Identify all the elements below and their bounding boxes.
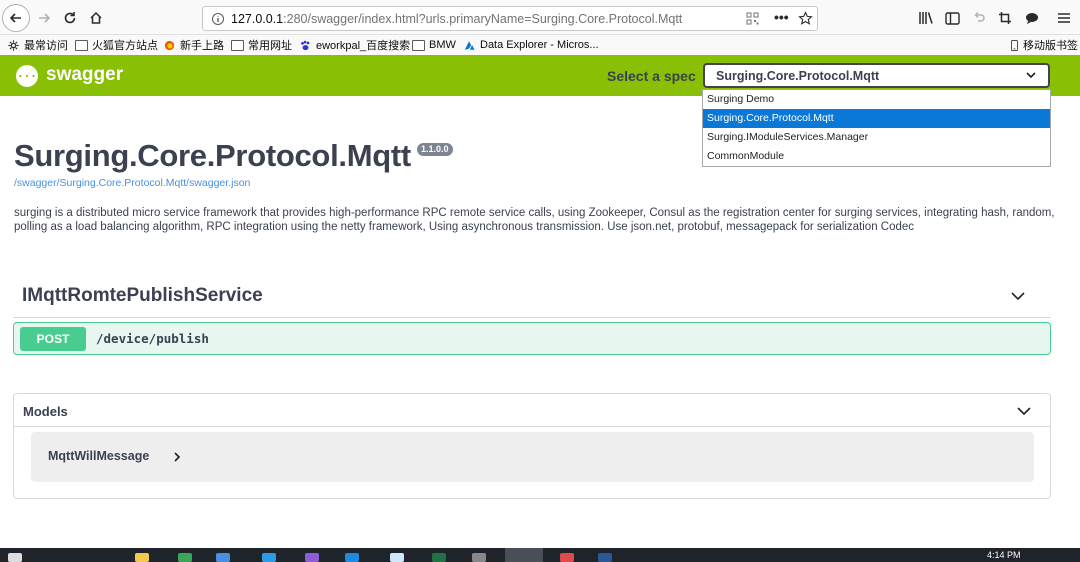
app-icon[interactable] <box>216 553 230 562</box>
bookmark-common-sites[interactable]: 常用网址 <box>231 37 292 53</box>
arrow-right-icon <box>39 13 51 23</box>
spec-option-common-module[interactable]: CommonModule <box>703 147 1050 166</box>
page-title: Surging.Core.Protocol.Mqtt <box>14 138 411 173</box>
swagger-logo-icon[interactable]: {···} <box>10 65 44 87</box>
divider <box>13 317 1051 318</box>
start-icon[interactable] <box>8 553 22 562</box>
file-explorer-icon[interactable] <box>135 553 149 562</box>
hamburger-menu-icon <box>1058 13 1070 23</box>
divider <box>14 426 1050 427</box>
api-description: surging is a distributed micro service f… <box>14 207 1055 233</box>
chat-button[interactable] <box>1020 6 1044 30</box>
bookmark-label: 新手上路 <box>180 40 224 52</box>
bookmark-most-visited[interactable]: 最常访问 <box>7 37 68 53</box>
screenshot-button[interactable] <box>993 6 1017 30</box>
arrow-left-icon <box>9 13 21 23</box>
app-icon[interactable] <box>472 553 486 562</box>
operation-post-device-publish[interactable]: POST /device/publish <box>13 322 1051 355</box>
clock[interactable]: 4:14 PM <box>987 550 1021 560</box>
bookmarks-bar: 最常访问 火狐官方站点 新手上路 常用网址 eworkpal_百度搜索 BMW … <box>0 35 1080 55</box>
folder-icon <box>231 39 244 51</box>
chevron-down-icon <box>1026 72 1036 79</box>
url-path: :280/swagger/index.html?urls.primaryName… <box>283 11 683 26</box>
chevron-right-icon[interactable] <box>171 451 183 463</box>
bookmark-label: 移动版书签 <box>1023 40 1078 52</box>
models-section: Models MqttWillMessage <box>13 393 1051 499</box>
crop-icon <box>999 12 1011 24</box>
bookmark-label: BMW <box>429 39 456 51</box>
more-actions-icon[interactable]: ••• <box>774 9 789 25</box>
version-badge: 1.1.0.0 <box>417 143 453 156</box>
bookmark-label: Data Explorer - Micros... <box>480 39 599 51</box>
model-item[interactable]: MqttWillMessage <box>31 432 1034 482</box>
baidu-icon <box>301 40 310 50</box>
home-button[interactable] <box>84 6 108 30</box>
bookmark-bmw[interactable]: BMW <box>412 37 456 53</box>
bookmark-eworkpal[interactable]: eworkpal_百度搜索 <box>299 37 410 53</box>
app-icon[interactable] <box>390 553 404 562</box>
bookmark-label: 最常访问 <box>24 40 68 52</box>
sidebar-icon <box>944 11 960 25</box>
menu-button[interactable] <box>1052 6 1076 30</box>
undo-icon <box>974 11 985 22</box>
spec-json-link[interactable]: /swagger/Surging.Core.Protocol.Mqtt/swag… <box>14 177 250 189</box>
bookmark-data-explorer[interactable]: Data Explorer - Micros... <box>463 37 599 53</box>
spec-option-mqtt[interactable]: Surging.Core.Protocol.Mqtt <box>703 109 1050 128</box>
operation-path: /device/publish <box>96 331 209 346</box>
reload-button[interactable] <box>58 6 82 30</box>
bookmark-label: eworkpal_百度搜索 <box>316 40 411 52</box>
excel-icon[interactable] <box>432 553 446 562</box>
bookmark-star-icon[interactable] <box>798 11 813 26</box>
undo-button[interactable] <box>967 6 991 30</box>
sidebar-button[interactable] <box>940 6 964 30</box>
spec-select-value: Surging.Core.Protocol.Mqtt <box>716 68 880 83</box>
bookmark-label: 火狐官方站点 <box>92 40 158 52</box>
swagger-logo-text[interactable]: swagger <box>46 64 123 86</box>
bookmark-getting-started[interactable]: 新手上路 <box>163 37 224 53</box>
gear-icon <box>8 39 19 51</box>
http-method-badge: POST <box>20 327 86 351</box>
forward-button[interactable] <box>32 6 56 30</box>
visual-studio-icon[interactable] <box>305 553 319 562</box>
tag-title[interactable]: IMqttRomtePublishService <box>22 285 263 307</box>
folder-icon <box>75 39 88 51</box>
active-window-icon[interactable] <box>505 548 543 562</box>
home-icon <box>90 11 102 24</box>
chevron-down-icon[interactable] <box>1016 403 1032 419</box>
bookmark-mobile[interactable]: 移动版书签 <box>1010 37 1078 53</box>
app-icon[interactable] <box>598 553 612 562</box>
models-title[interactable]: Models <box>23 404 68 419</box>
spec-select-label: Select a spec <box>607 68 696 84</box>
folder-icon <box>412 39 425 51</box>
spec-select[interactable]: Surging.Core.Protocol.Mqtt <box>703 63 1050 88</box>
spec-option-manager[interactable]: Surging.IModuleServices.Manager <box>703 128 1050 147</box>
app-icon[interactable] <box>345 553 359 562</box>
qr-code-icon[interactable] <box>746 12 759 25</box>
url-bar[interactable]: 127.0.0.1:280/swagger/index.html?urls.pr… <box>202 6 818 31</box>
spec-dropdown-list: Surging Demo Surging.Core.Protocol.Mqtt … <box>702 89 1051 167</box>
spec-option-surging-demo[interactable]: Surging Demo <box>703 90 1050 109</box>
bookmark-firefox-site[interactable]: 火狐官方站点 <box>75 37 158 53</box>
reload-icon <box>64 12 76 24</box>
model-name: MqttWillMessage <box>48 449 150 463</box>
os-taskbar: 4:14 PM <box>0 548 1080 562</box>
url-host: 127.0.0.1 <box>231 11 284 26</box>
library-icon <box>919 12 933 24</box>
back-button[interactable] <box>2 4 30 32</box>
browser-toolbar: 127.0.0.1:280/swagger/index.html?urls.pr… <box>0 0 1080 35</box>
chat-bubble-icon <box>1026 12 1038 24</box>
bookmark-label: 常用网址 <box>248 40 292 52</box>
app-icon[interactable] <box>560 553 574 562</box>
app-icon[interactable] <box>262 553 276 562</box>
firefox-icon <box>164 40 175 50</box>
mobile-phone-icon <box>1011 39 1018 51</box>
chevron-down-icon[interactable] <box>1010 288 1026 304</box>
app-icon[interactable] <box>178 553 192 562</box>
info-icon[interactable] <box>211 12 225 26</box>
azure-icon <box>464 40 475 50</box>
library-button[interactable] <box>914 6 938 30</box>
